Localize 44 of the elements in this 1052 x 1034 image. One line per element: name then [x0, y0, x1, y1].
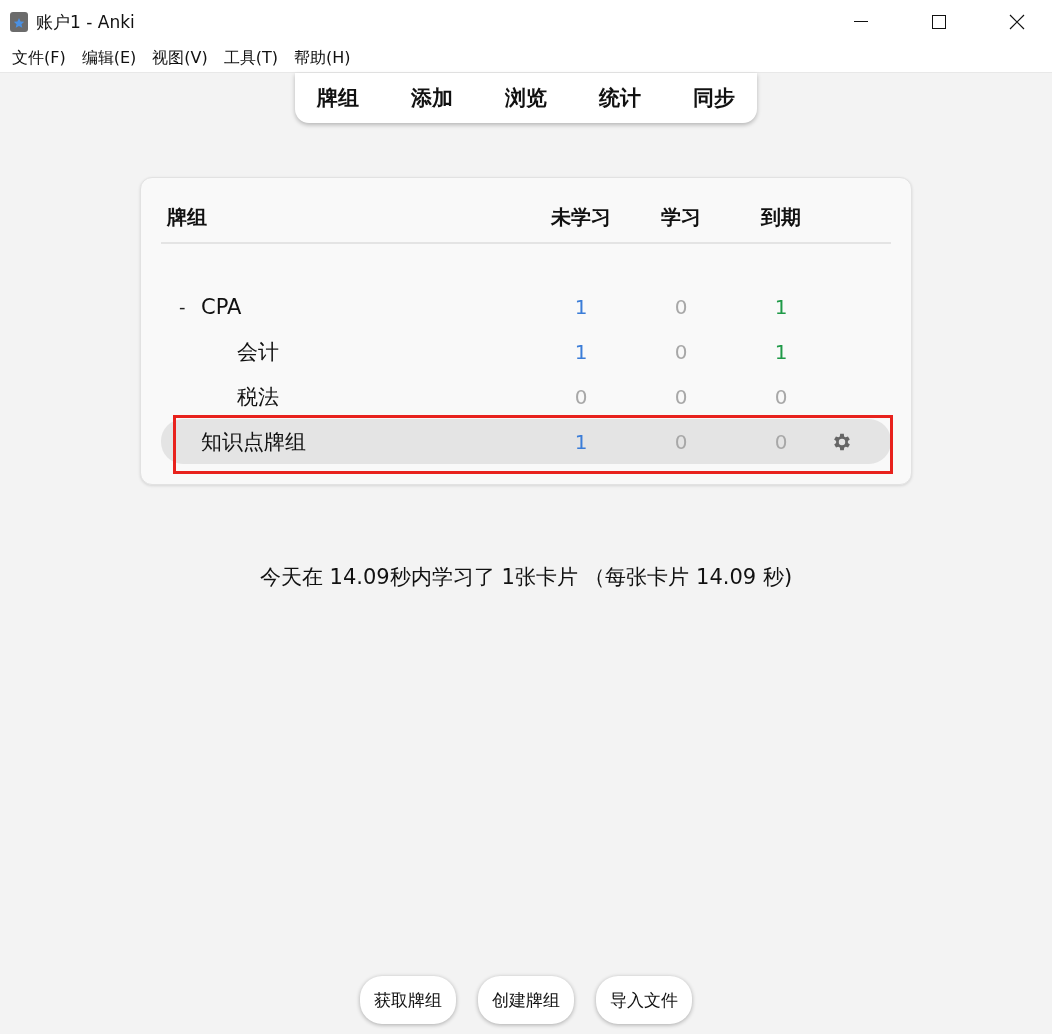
- action-button[interactable]: 获取牌组: [360, 976, 456, 1024]
- card-count: 1: [574, 294, 588, 319]
- close-icon[interactable]: [1009, 14, 1025, 30]
- card-count: 0: [774, 384, 788, 409]
- card-count: 0: [674, 429, 688, 454]
- card-count: 1: [574, 429, 588, 454]
- deck-name[interactable]: CPA: [201, 294, 242, 319]
- deck-row[interactable]: 会计 1 0 1: [161, 329, 891, 374]
- column-header: 未学习: [551, 203, 611, 231]
- card-count: 0: [574, 384, 588, 409]
- action-button[interactable]: 导入文件: [596, 976, 692, 1024]
- minimize-icon[interactable]: [854, 21, 868, 23]
- card-count: 0: [674, 384, 688, 409]
- menu-item[interactable]: 编辑(E): [73, 47, 145, 69]
- menu-item[interactable]: 帮助(H): [286, 47, 359, 69]
- window-title: 账户1 - Anki: [36, 10, 136, 34]
- menu-item[interactable]: 文件(F): [4, 47, 74, 69]
- toolbar-link[interactable]: 添加: [405, 84, 459, 112]
- toolbar-link[interactable]: 同步: [687, 84, 741, 112]
- card-count: 0: [674, 294, 688, 319]
- deck-name[interactable]: 税法: [237, 382, 279, 411]
- card-count: 1: [774, 294, 788, 319]
- action-button[interactable]: 创建牌组: [478, 976, 574, 1024]
- maximize-icon[interactable]: [932, 15, 946, 29]
- card-count: 0: [674, 339, 688, 364]
- app-icon: [10, 12, 28, 32]
- card-count: 0: [774, 429, 788, 454]
- deck-row[interactable]: 税法 0 0 0: [161, 374, 891, 419]
- deck-row[interactable]: - CPA 1 0 1: [161, 284, 891, 329]
- deck-row[interactable]: 知识点牌组 1 0 0: [161, 419, 891, 464]
- toolbar-link[interactable]: 统计: [593, 84, 647, 112]
- menu-item[interactable]: 视图(V): [144, 47, 216, 69]
- toolbar-link[interactable]: 牌组: [311, 84, 365, 112]
- column-header: 牌组: [166, 203, 207, 231]
- toolbar-link[interactable]: 浏览: [499, 84, 553, 112]
- card-count: 1: [774, 339, 788, 364]
- column-header: 到期: [761, 203, 801, 231]
- deck-name[interactable]: 知识点牌组: [201, 427, 306, 456]
- menu-item[interactable]: 工具(T): [215, 47, 286, 69]
- deck-name[interactable]: 会计: [237, 337, 279, 366]
- study-summary: 今天在 14.09秒内学习了 1张卡片 （每张卡片 14.09 秒): [258, 564, 794, 591]
- column-header: 学习: [661, 203, 701, 231]
- collapse-toggle[interactable]: -: [179, 296, 187, 317]
- card-count: 1: [574, 339, 588, 364]
